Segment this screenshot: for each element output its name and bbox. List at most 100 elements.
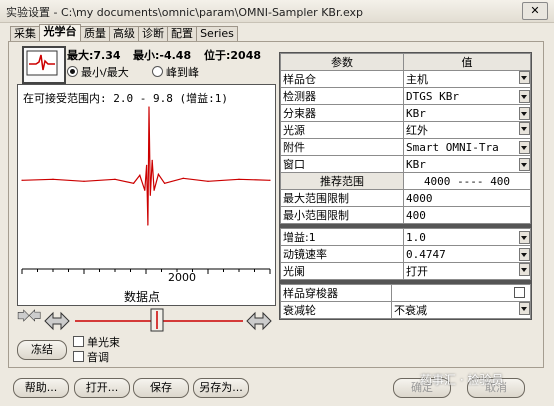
table-row: 最小范围限制 400 bbox=[280, 206, 531, 224]
data-point bbox=[238, 178, 240, 180]
param-value-dropdown[interactable]: 1.0 bbox=[403, 228, 531, 246]
param-name: 附件 bbox=[280, 138, 404, 156]
series-line bbox=[21, 106, 271, 226]
param-name: 样品仓 bbox=[280, 70, 404, 88]
param-value-dropdown[interactable]: 主机 bbox=[403, 70, 531, 88]
checkbox-box bbox=[514, 286, 525, 298]
tab-diagnostics[interactable]: 诊断 bbox=[138, 26, 168, 41]
data-point bbox=[148, 106, 150, 108]
single-beam-checkbox[interactable]: 单光束 bbox=[73, 334, 120, 350]
stat-min: 最小:-4.48 bbox=[133, 49, 192, 62]
shift-arrows-icon bbox=[246, 311, 272, 331]
open-button[interactable]: 打开... bbox=[74, 378, 130, 398]
value-text: 不衰减 bbox=[394, 304, 427, 317]
param-value-dropdown[interactable]: 不衰减 bbox=[391, 301, 531, 319]
value-text: KBr bbox=[406, 157, 426, 171]
param-value-dropdown[interactable]: Smart OMNI-Tra bbox=[403, 138, 531, 156]
min-range-input[interactable]: 400 bbox=[403, 206, 531, 224]
param-table-main: 参数 值 样品仓 主机 检测器 DTGS KBr 分束器 KBr 光源 红外 附… bbox=[280, 53, 531, 224]
table-row: 最大范围限制 4000 bbox=[280, 189, 531, 207]
data-point bbox=[164, 182, 166, 184]
param-name: 动镜速率 bbox=[280, 245, 404, 263]
param-value-dropdown[interactable]: 打开 bbox=[403, 262, 531, 280]
data-point bbox=[269, 179, 271, 181]
value-text: 打开 bbox=[406, 265, 428, 278]
chevron-down-icon[interactable] bbox=[519, 230, 530, 244]
range-title: 推荐范围 bbox=[280, 172, 404, 190]
tab-config[interactable]: 配置 bbox=[167, 26, 197, 41]
chevron-down-icon[interactable] bbox=[519, 106, 530, 120]
radio-peak-to-peak[interactable]: 峰到峰 bbox=[152, 64, 199, 80]
data-point bbox=[52, 178, 54, 180]
help-button[interactable]: 帮助... bbox=[13, 378, 69, 398]
value-text: 主机 bbox=[406, 73, 428, 86]
range-low: 400 bbox=[490, 174, 511, 188]
table-row: 光阑 打开 bbox=[280, 262, 531, 280]
chevron-down-icon[interactable] bbox=[519, 122, 530, 135]
tab-series[interactable]: Series bbox=[196, 26, 238, 41]
data-point bbox=[149, 194, 151, 196]
param-name: 增益:1 bbox=[280, 228, 404, 246]
param-value-dropdown[interactable]: KBr bbox=[403, 155, 531, 173]
title-bar: 实验设置 - C:\my documents\omnic\param\OMNI-… bbox=[0, 0, 554, 23]
radio-label: 最小/最大 bbox=[81, 66, 129, 79]
tab-advanced[interactable]: 高级 bbox=[109, 26, 139, 41]
x-tick-label: 2000 bbox=[168, 271, 196, 284]
data-point bbox=[133, 182, 135, 184]
param-value-dropdown[interactable]: KBr bbox=[403, 104, 531, 122]
table-row: 增益:1 1.0 bbox=[280, 228, 531, 246]
param-value-dropdown[interactable]: DTGS KBr bbox=[403, 87, 531, 105]
value-text: Smart OMNI-Tra bbox=[406, 140, 499, 154]
stat-max: 最大:7.34 bbox=[67, 49, 121, 62]
chevron-down-icon[interactable] bbox=[519, 247, 530, 261]
tab-collect[interactable]: 采集 bbox=[10, 26, 40, 41]
param-name: 光阑 bbox=[280, 262, 404, 280]
data-point bbox=[151, 159, 153, 161]
table-row: 光源 红外 bbox=[280, 121, 531, 139]
x-axis-ticks bbox=[21, 269, 271, 274]
chevron-down-icon[interactable] bbox=[519, 140, 530, 154]
data-point bbox=[157, 173, 159, 175]
data-point bbox=[207, 180, 209, 182]
interferogram-icon bbox=[22, 46, 66, 84]
value-text: 0.4747 bbox=[406, 247, 446, 261]
max-range-input[interactable]: 4000 bbox=[403, 189, 531, 207]
param-value-dropdown[interactable]: 0.4747 bbox=[403, 245, 531, 263]
tab-quality[interactable]: 质量 bbox=[80, 26, 110, 41]
table-row: 动镜速率 0.4747 bbox=[280, 245, 531, 263]
value-text: 红外 bbox=[406, 124, 428, 137]
range-values: 4000 ---- 400 bbox=[403, 172, 531, 190]
chevron-down-icon[interactable] bbox=[519, 89, 530, 103]
table-row: 检测器 DTGS KBr bbox=[280, 87, 531, 105]
tab-optics[interactable]: 光学台 bbox=[39, 24, 81, 42]
x-axis-label: 数据点 bbox=[124, 290, 161, 304]
audio-checkbox[interactable]: 音调 bbox=[73, 349, 109, 365]
param-name: 最小范围限制 bbox=[280, 206, 404, 224]
expand-arrows-icon bbox=[44, 311, 70, 331]
close-button[interactable]: ✕ bbox=[522, 2, 548, 20]
gain-slider-row bbox=[17, 307, 274, 335]
table-row: 窗口 KBr bbox=[280, 155, 531, 173]
data-point bbox=[153, 189, 155, 191]
save-button[interactable]: 保存 bbox=[133, 378, 189, 398]
parameter-grid: 参数 值 样品仓 主机 检测器 DTGS KBr 分束器 KBr 光源 红外 附… bbox=[279, 52, 532, 320]
sample-shuttle-checkbox[interactable] bbox=[391, 284, 531, 302]
chevron-down-icon[interactable] bbox=[519, 263, 530, 276]
checkbox[interactable] bbox=[394, 286, 528, 300]
chevron-down-icon[interactable] bbox=[519, 71, 530, 84]
value-text: 1.0 bbox=[406, 230, 426, 244]
chevron-down-icon[interactable] bbox=[519, 302, 530, 315]
save-as-button[interactable]: 另存为... bbox=[193, 378, 249, 398]
checkbox-label: 音调 bbox=[87, 351, 109, 364]
data-point bbox=[144, 189, 146, 191]
param-value-dropdown[interactable]: 红外 bbox=[403, 121, 531, 139]
stat-position: 位于:2048 bbox=[204, 49, 262, 62]
radio-min-max[interactable]: 最小/最大 bbox=[67, 64, 129, 80]
chevron-down-icon[interactable] bbox=[519, 157, 530, 171]
param-name: 检测器 bbox=[280, 87, 404, 105]
freeze-button[interactable]: 冻结 bbox=[17, 340, 67, 360]
data-point bbox=[114, 178, 116, 180]
param-name: 分束器 bbox=[280, 104, 404, 122]
window-title: 实验设置 - C:\my documents\omnic\param\OMNI-… bbox=[6, 6, 364, 19]
data-point bbox=[147, 224, 149, 226]
